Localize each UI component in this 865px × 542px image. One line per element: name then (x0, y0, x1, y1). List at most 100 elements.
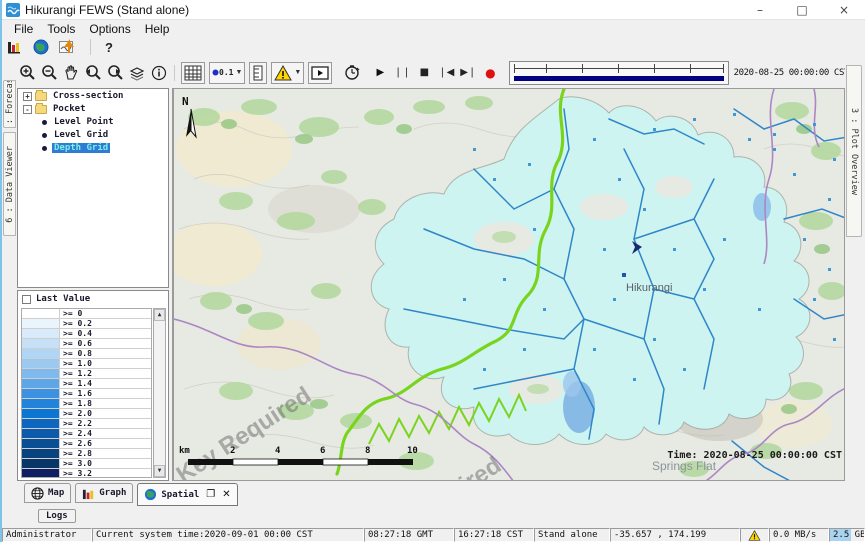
status-warning[interactable] (740, 528, 769, 542)
globe-icon (31, 487, 44, 500)
tick (654, 64, 655, 73)
pan-hand-icon[interactable] (61, 63, 81, 83)
globe-icon (144, 488, 157, 501)
legend-row: >= 2.0 (22, 409, 151, 419)
scalebar-button[interactable] (249, 62, 267, 84)
menu-bar: File Tools Options Help (2, 20, 865, 37)
tab-graph[interactable]: Graph (75, 483, 133, 503)
time-slider[interactable] (509, 61, 728, 85)
status-memory: 2.5 GB (829, 528, 865, 542)
tree-node-cross-section[interactable]: + Cross-section (18, 90, 168, 102)
minimize-button[interactable]: – (739, 0, 781, 20)
legend-class-label: >= 0 (60, 309, 82, 318)
legend-class-label: >= 3.0 (60, 459, 92, 468)
animation-button[interactable] (308, 62, 332, 84)
status-network-rate: 0.0 MB/s (769, 528, 829, 542)
legend-swatch (22, 339, 60, 348)
tab-spatial[interactable]: Spatial ❐ ✕ (137, 483, 237, 506)
tree-node-level-grid[interactable]: Level Grid (18, 129, 168, 141)
tree-node-pocket[interactable]: - Pocket (18, 103, 168, 115)
scale-tick: 8 (365, 446, 370, 456)
tab-plot-overview[interactable]: 3 : Plot Overview (846, 65, 862, 237)
expander-icon[interactable]: + (23, 92, 32, 101)
map-canvas: N Hikurangi Springs Flat Time: 2020-08-2… (174, 89, 845, 481)
tick (514, 64, 515, 73)
tab-map[interactable]: Map (24, 483, 71, 503)
threshold-combo[interactable]: 0.1 ▼ (209, 62, 245, 84)
grid-display-button[interactable] (181, 62, 205, 84)
legend-class-list[interactable]: >= 0 >= 0.2 >= 0.4 >= 0.6 (21, 308, 152, 478)
logs-button[interactable]: Logs (38, 509, 76, 523)
step-back-button[interactable]: ❘◀ (435, 67, 457, 78)
legend-class-label: >= 3.2 (60, 469, 92, 478)
tick (690, 64, 691, 73)
legend-row: >= 0 (22, 309, 151, 319)
tree-node-depth-grid[interactable]: Depth Grid (18, 142, 168, 154)
menu-help[interactable]: Help (138, 22, 177, 36)
bullet-icon (42, 146, 47, 151)
menu-tools[interactable]: Tools (40, 22, 82, 36)
tree-node-label[interactable]: Pocket (51, 104, 88, 114)
legend-swatch (22, 349, 60, 358)
record-icon[interactable]: ● (479, 66, 501, 80)
tab-data-viewer[interactable]: 6 : Data Viewer (3, 132, 16, 236)
tab-forecast[interactable]: 5 : Forecast (3, 80, 16, 128)
legend-row: >= 1.4 (22, 379, 151, 389)
tick (618, 64, 619, 73)
step-forward-button[interactable]: ▶❘ (457, 67, 479, 78)
zoom-next-icon[interactable] (105, 63, 125, 83)
close-button[interactable]: × (823, 0, 865, 20)
legend-panel: Last Value >= 0 >= 0.2 (17, 290, 169, 481)
map-viewport[interactable]: N Hikurangi Springs Flat Time: 2020-08-2… (173, 88, 845, 481)
timer-icon[interactable] (342, 63, 362, 83)
tab-close-icon[interactable]: ✕ (222, 489, 230, 500)
legend-swatch (22, 379, 60, 388)
menu-options[interactable]: Options (82, 22, 137, 36)
warning-triangle-icon (748, 530, 761, 541)
legend-swatch (22, 329, 60, 338)
timeseries-arrow-icon[interactable] (59, 39, 76, 55)
chevron-down-icon: ▼ (294, 69, 301, 76)
time-slider-range-bar[interactable] (514, 76, 723, 81)
explorer-bars-icon[interactable] (7, 39, 23, 55)
layers-icon[interactable] (127, 63, 147, 83)
legend-class-label: >= 1.6 (60, 389, 92, 398)
help-icon[interactable]: ? (105, 40, 113, 55)
last-value-checkbox[interactable] (22, 295, 31, 304)
map-time-label: Time: 2020-08-25 00:00:00 CST (667, 449, 842, 461)
zoom-in-icon[interactable] (17, 63, 37, 83)
scroll-down-icon[interactable]: ▼ (154, 465, 165, 477)
menu-file[interactable]: File (7, 22, 40, 36)
zoom-previous-icon[interactable] (83, 63, 103, 83)
legend-class-label: >= 1.0 (60, 359, 92, 368)
info-icon[interactable] (149, 63, 169, 83)
legend-swatch (22, 449, 60, 458)
warning-threshold-button[interactable]: ▼ (271, 62, 304, 84)
toolbar-separator (174, 65, 175, 81)
tree-node-label[interactable]: Cross-section (51, 91, 125, 101)
layer-tree[interactable]: + Cross-section - Pocket Level Point Lev… (17, 88, 169, 288)
folder-icon (35, 105, 47, 114)
tree-node-label[interactable]: Level Point (52, 117, 116, 127)
tab-restore-icon[interactable]: ❐ (206, 489, 215, 500)
play-button[interactable]: ▶ (369, 67, 391, 78)
bullet-icon (42, 133, 47, 138)
legend-swatch (22, 409, 60, 418)
warning-icon (274, 65, 292, 81)
title-bar[interactable]: Hikurangi FEWS (Stand alone) – □ × (2, 0, 865, 20)
legend-class-label: >= 0.6 (60, 339, 92, 348)
tree-node-label[interactable]: Level Grid (52, 130, 110, 140)
stop-button[interactable]: ■ (413, 67, 435, 78)
maximize-button[interactable]: □ (781, 0, 823, 20)
globe-icon[interactable] (33, 39, 49, 55)
expander-icon[interactable]: - (23, 105, 32, 114)
zoom-out-icon[interactable] (39, 63, 59, 83)
tree-node-level-point[interactable]: Level Point (18, 116, 168, 128)
pause-button[interactable]: ❘❘ (391, 67, 413, 78)
scroll-up-icon[interactable]: ▲ (154, 309, 165, 321)
left-tab-strip: 5 : Forecast 6 : Data Viewer (2, 88, 16, 487)
right-tab-strip: 3 : Plot Overview (845, 57, 865, 487)
legend-scrollbar[interactable]: ▲ ▼ (153, 308, 166, 478)
tree-node-label-selected[interactable]: Depth Grid (52, 143, 110, 153)
tick (723, 64, 724, 73)
